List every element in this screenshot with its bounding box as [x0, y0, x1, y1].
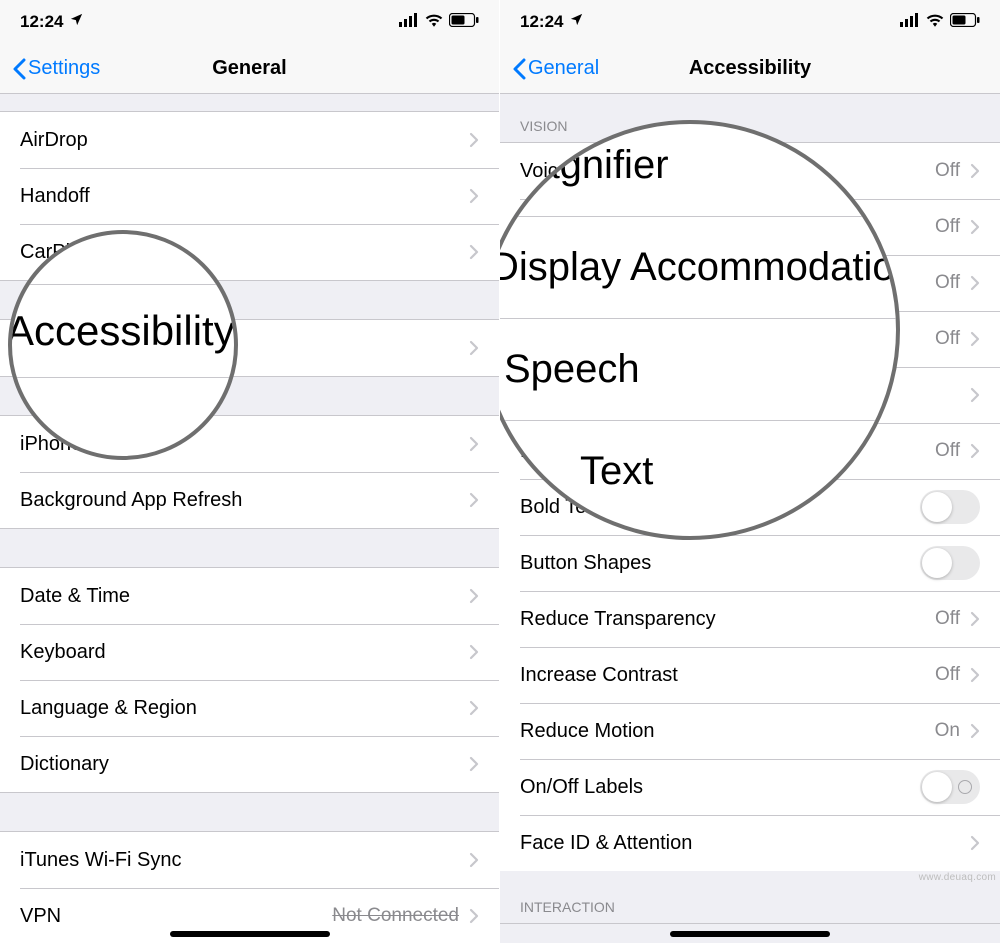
magnifier-lens-display-accommodations: Magnifier Display Accommodations Speech …: [500, 120, 900, 540]
row-value: Off: [935, 664, 960, 686]
cellular-signal-icon: [900, 12, 920, 32]
chevron-right-icon: [970, 667, 980, 683]
settings-list: AirDrop Handoff CarPlay Accessibility iP…: [0, 94, 499, 943]
row-value: Off: [935, 608, 960, 630]
group-spacer: [0, 792, 499, 832]
chevron-right-icon: [970, 331, 980, 347]
wifi-icon: [926, 12, 944, 32]
chevron-right-icon: [469, 340, 479, 356]
status-time: 12:24: [20, 12, 63, 32]
row-label: Reduce Transparency: [520, 608, 716, 631]
row-label: Background App Refresh: [20, 489, 242, 512]
row-label: iTunes Wi-Fi Sync: [20, 849, 182, 872]
row-value: Off: [935, 272, 960, 294]
row-handoff[interactable]: Handoff: [0, 168, 499, 224]
row-label: Increase Contrast: [520, 664, 678, 687]
row-label: VPN: [20, 905, 61, 928]
battery-icon: [950, 12, 980, 32]
chevron-right-icon: [469, 852, 479, 868]
chevron-right-icon: [469, 244, 479, 260]
phone-general: 12:24 Se: [0, 0, 500, 943]
row-label: Button Shapes: [520, 552, 651, 575]
chevron-right-icon: [469, 436, 479, 452]
toggle-switch[interactable]: [920, 546, 980, 580]
row-label: Dictionary: [20, 753, 109, 776]
chevron-right-icon: [469, 492, 479, 508]
status-bar: 12:24: [500, 0, 1000, 44]
row-keyboard[interactable]: Keyboard: [0, 624, 499, 680]
cellular-signal-icon: [399, 12, 419, 32]
row-label: On/Off Labels: [520, 776, 643, 799]
home-indicator: [670, 931, 830, 937]
lens-text: Speech: [500, 319, 900, 420]
row-value: Off: [935, 440, 960, 462]
row-label: Language & Region: [20, 697, 197, 720]
phone-accessibility: 12:24 Ge: [500, 0, 1000, 943]
chevron-left-icon: [12, 58, 26, 80]
chevron-right-icon: [970, 611, 980, 627]
back-label: General: [528, 57, 599, 80]
chevron-right-icon: [469, 132, 479, 148]
row-value: Not Connected: [332, 905, 459, 927]
chevron-left-icon: [512, 58, 526, 80]
battery-icon: [449, 12, 479, 32]
row-reduce-motion[interactable]: Reduce Motion On: [500, 703, 1000, 759]
back-label: Settings: [28, 57, 100, 80]
row-label: Keyboard: [20, 641, 106, 664]
toggle-switch[interactable]: [920, 490, 980, 524]
back-button[interactable]: General: [512, 57, 599, 80]
chevron-right-icon: [970, 723, 980, 739]
chevron-right-icon: [469, 756, 479, 772]
magnifier-lens-accessibility: Accessibility: [8, 230, 238, 460]
row-date-time[interactable]: Date & Time: [0, 568, 499, 624]
group-spacer: [0, 94, 499, 112]
chevron-right-icon: [469, 644, 479, 660]
wifi-icon: [425, 12, 443, 32]
lens-text: Magnifier: [500, 120, 900, 216]
row-airdrop[interactable]: AirDrop: [0, 112, 499, 168]
row-itunes-wifi-sync[interactable]: iTunes Wi-Fi Sync: [0, 832, 499, 888]
row-label: Handoff: [20, 185, 90, 208]
row-dictionary[interactable]: Dictionary: [0, 736, 499, 792]
row-label: AirDrop: [20, 129, 88, 152]
group-spacer: [0, 528, 499, 568]
nav-bar: Settings General: [0, 44, 499, 94]
toggle-switch[interactable]: [920, 770, 980, 804]
lens-text: Accessibility: [8, 285, 238, 377]
lens-text: Display Accommodations: [500, 217, 900, 318]
chevron-right-icon: [469, 908, 479, 924]
chevron-right-icon: [469, 700, 479, 716]
status-bar: 12:24: [0, 0, 499, 44]
row-value: Off: [935, 328, 960, 350]
status-time: 12:24: [520, 12, 563, 32]
lens-text: Text: [500, 421, 900, 522]
row-label: Reduce Motion: [520, 720, 655, 743]
row-button-shapes[interactable]: Button Shapes: [500, 535, 1000, 591]
row-increase-contrast[interactable]: Increase Contrast Off: [500, 647, 1000, 703]
row-label: Face ID & Attention: [520, 832, 692, 855]
chevron-right-icon: [970, 275, 980, 291]
row-onoff-labels[interactable]: On/Off Labels: [500, 759, 1000, 815]
chevron-right-icon: [970, 443, 980, 459]
nav-bar: General Accessibility: [500, 44, 1000, 94]
location-services-icon: [69, 12, 84, 32]
chevron-right-icon: [469, 188, 479, 204]
watermark: www.deuaq.com: [919, 872, 996, 883]
row-reduce-transparency[interactable]: Reduce Transparency Off: [500, 591, 1000, 647]
row-value: On: [935, 720, 960, 742]
row-value: Off: [935, 160, 960, 182]
row-label: Date & Time: [20, 585, 130, 608]
home-indicator: [170, 931, 330, 937]
row-faceid-attention[interactable]: Face ID & Attention: [500, 815, 1000, 871]
chevron-right-icon: [970, 219, 980, 235]
chevron-right-icon: [970, 387, 980, 403]
back-button[interactable]: Settings: [12, 57, 100, 80]
row-value: Off: [935, 216, 960, 238]
location-services-icon: [569, 12, 584, 32]
row-language-region[interactable]: Language & Region: [0, 680, 499, 736]
row-background-app-refresh[interactable]: Background App Refresh: [0, 472, 499, 528]
chevron-right-icon: [469, 588, 479, 604]
chevron-right-icon: [970, 163, 980, 179]
chevron-right-icon: [970, 835, 980, 851]
